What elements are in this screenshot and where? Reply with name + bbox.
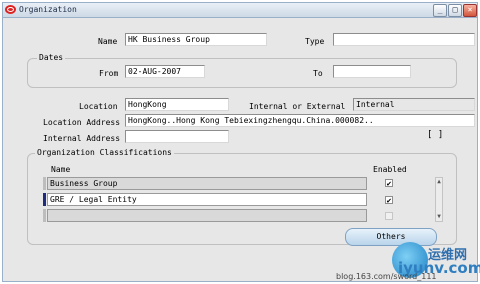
dates-title: Dates xyxy=(37,53,66,62)
record-indicator-current[interactable] xyxy=(43,193,46,206)
enabled-checkbox[interactable]: ✔ xyxy=(385,196,393,205)
type-field[interactable] xyxy=(333,33,475,46)
from-date-field[interactable]: 02-AUG-2007 xyxy=(125,65,205,78)
minimize-button[interactable]: _ xyxy=(433,4,447,17)
from-label: From xyxy=(99,69,119,78)
name-field[interactable]: HK Business Group xyxy=(125,33,267,46)
internal-external-label: Internal or External xyxy=(249,102,346,111)
internal-address-label: Internal Address xyxy=(43,134,121,143)
name-label: Name xyxy=(98,37,118,46)
title-bar: Organization _ □ × xyxy=(3,3,477,18)
record-indicator[interactable] xyxy=(43,209,46,222)
classification-name-field[interactable]: Business Group xyxy=(47,177,367,190)
window-title: Organization xyxy=(19,5,77,14)
enabled-checkbox[interactable] xyxy=(385,212,393,220)
oracle-icon xyxy=(5,5,16,14)
watermark-blog: blog.163.com/sword_111 xyxy=(336,272,437,281)
classification-name-field[interactable] xyxy=(47,209,367,222)
descriptive-flexfield-bracket[interactable]: [ ] xyxy=(427,130,443,140)
classifications-title: Organization Classifications xyxy=(35,148,174,157)
enabled-checkbox[interactable]: ✔ xyxy=(385,179,393,188)
name-column-header: Name xyxy=(51,165,71,174)
location-field[interactable]: HongKong xyxy=(125,98,229,111)
classification-name-field[interactable]: GRE / Legal Entity xyxy=(47,193,367,206)
location-label: Location xyxy=(79,102,118,111)
scroll-up-arrow-icon[interactable]: ▲ xyxy=(436,178,442,186)
location-address-label: Location Address xyxy=(43,118,121,127)
enabled-column-header: Enabled xyxy=(373,165,407,174)
maximize-button[interactable]: □ xyxy=(448,4,462,17)
record-indicator[interactable] xyxy=(43,177,46,190)
scroll-down-arrow-icon[interactable]: ▼ xyxy=(436,213,442,221)
to-label: To xyxy=(313,69,323,78)
to-date-field[interactable] xyxy=(333,65,411,78)
vertical-scrollbar[interactable]: ▲ ▼ xyxy=(435,177,443,222)
type-label: Type xyxy=(305,37,325,46)
internal-external-field: Internal xyxy=(353,98,475,111)
location-address-field[interactable]: HongKong..Hong Kong Tebiexingzhengqu.Chi… xyxy=(125,114,475,127)
organization-window: Organization _ □ × Name HK Business Grou… xyxy=(2,2,478,282)
internal-address-field[interactable] xyxy=(125,130,229,143)
close-button[interactable]: × xyxy=(463,4,477,17)
